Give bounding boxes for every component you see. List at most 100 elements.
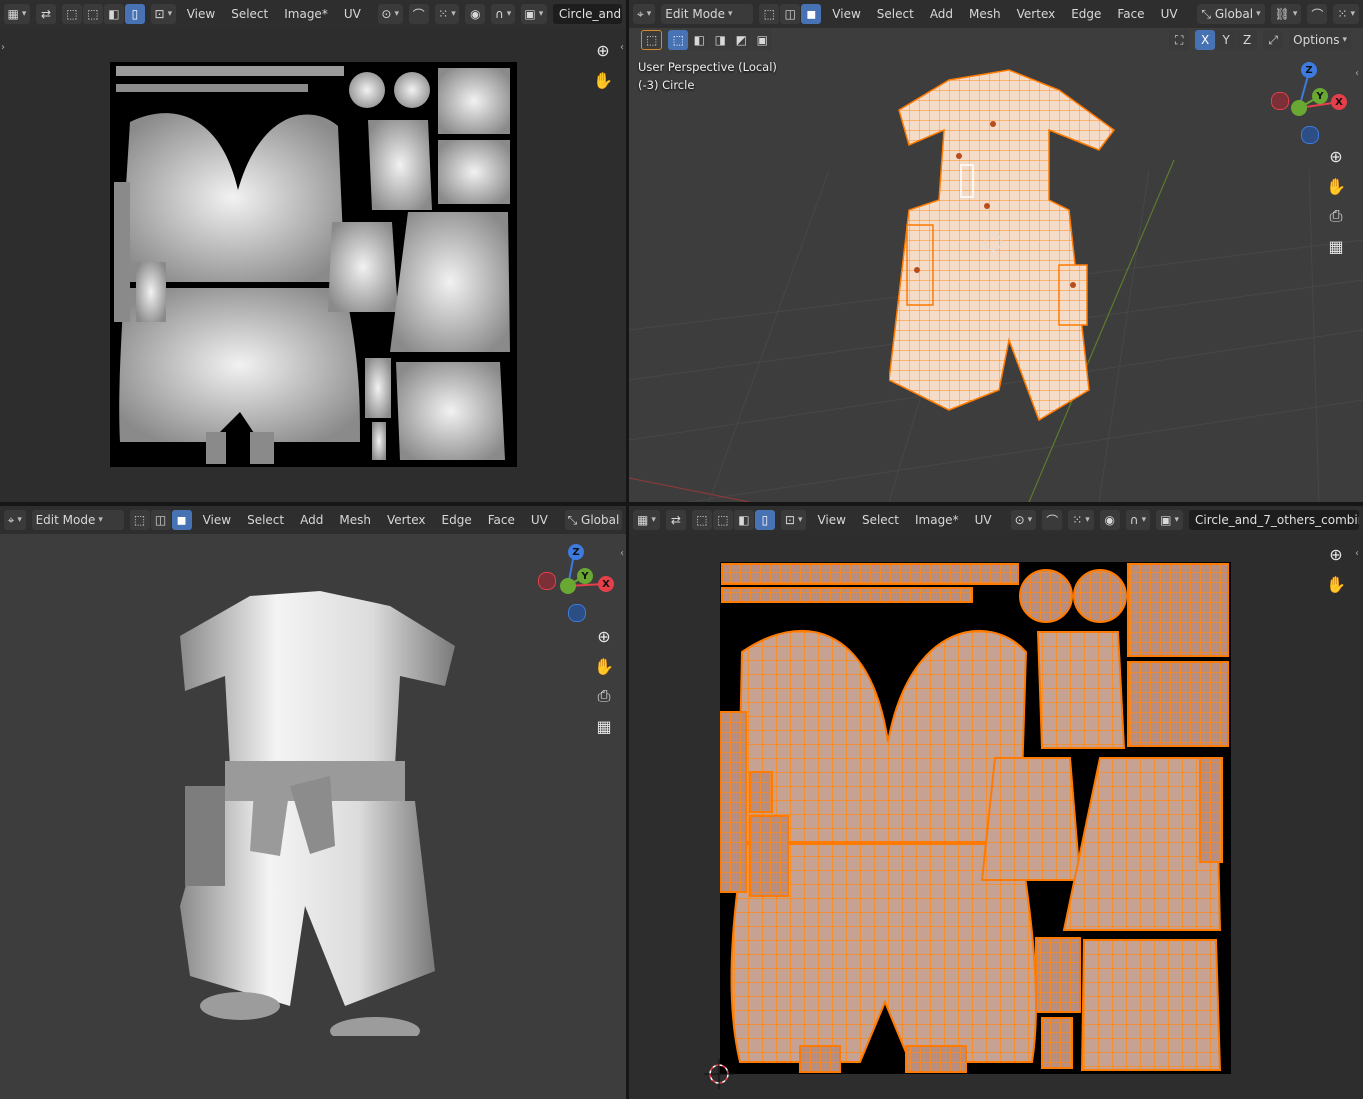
uv-editor-bottom-right[interactable]: ▦ ⇄ ⬚ ⬚ ◧ ▯ ⊡ View Select Image* UV ⊙ ⌒ … xyxy=(629,506,1363,1099)
editor-type-icon[interactable]: ⌖ xyxy=(4,510,26,530)
edge-select-icon[interactable]: ⬚ xyxy=(82,4,103,24)
face-select-icon[interactable]: ◧ xyxy=(103,4,124,24)
gizmo-y-axis[interactable]: Y xyxy=(577,568,593,584)
sidebar-toggle-left-icon[interactable]: › xyxy=(1,42,5,53)
sticky-select-icon[interactable]: ⊡ xyxy=(150,4,176,24)
editor-type-icon[interactable]: ▦ xyxy=(633,510,660,530)
image-editor-header: ▦ ⇄ ⬚ ⬚ ◧ ▯ ⊡ View Select Image* UV ⊙ ⌒ … xyxy=(0,0,626,28)
proportional-edit-icon[interactable]: ◉ xyxy=(465,4,486,24)
face-select-icon[interactable]: ◼ xyxy=(171,510,192,530)
falloff-icon[interactable]: ∩ xyxy=(491,4,515,24)
menu-view[interactable]: View xyxy=(182,7,220,21)
vertex-select-icon[interactable]: ⬚ xyxy=(61,4,82,24)
gizmo-negative-x[interactable] xyxy=(1271,92,1289,110)
vertex-select-icon[interactable]: ⬚ xyxy=(691,510,712,530)
island-select-icon[interactable]: ▯ xyxy=(124,4,145,24)
editor-type-icon[interactable]: ▦ xyxy=(4,4,30,24)
perspective-grid-icon[interactable]: ▦ xyxy=(1323,233,1349,259)
sidebar-toggle-right-icon[interactable]: ‹ xyxy=(1355,548,1359,559)
island-select-icon[interactable]: ▯ xyxy=(754,510,775,530)
gizmo-z-axis[interactable]: Z xyxy=(1301,62,1317,78)
pivot-icon[interactable]: ⊙ xyxy=(1010,510,1037,530)
snap-icon[interactable]: ⌒ xyxy=(408,4,429,24)
pan-hand-icon[interactable]: ✋ xyxy=(1323,571,1349,597)
gizmo-negative-z[interactable] xyxy=(1301,126,1319,144)
camera-view-icon[interactable]: ⎙ xyxy=(1323,203,1349,229)
2d-cursor-icon[interactable] xyxy=(704,1059,734,1089)
mesh-outfit-wireframe xyxy=(889,69,1116,422)
menu-edge[interactable]: Edge xyxy=(437,513,477,527)
texture-image xyxy=(110,62,517,467)
menu-vertex[interactable]: Vertex xyxy=(382,513,431,527)
edge-select-icon[interactable]: ⬚ xyxy=(712,510,733,530)
face-select-icon[interactable]: ◧ xyxy=(733,510,754,530)
viewport-header: ⌖ Edit Mode ⬚ ◫ ◼ View Select Add Mesh V… xyxy=(0,506,626,534)
menu-image[interactable]: Image* xyxy=(910,513,964,527)
menu-view[interactable]: View xyxy=(198,513,236,527)
gizmo-z-axis[interactable]: Z xyxy=(568,544,584,560)
gizmo-negative-x[interactable] xyxy=(538,572,556,590)
gizmo-negative-z[interactable] xyxy=(568,604,586,622)
image-browse-icon[interactable]: ▣ xyxy=(1156,510,1183,530)
image-editor-top-left[interactable]: ▦ ⇄ ⬚ ⬚ ◧ ▯ ⊡ View Select Image* UV ⊙ ⌒ … xyxy=(0,0,626,502)
viewport-object-label: (-3) Circle xyxy=(638,78,695,92)
menu-uv[interactable]: UV xyxy=(339,7,366,21)
mode-dropdown[interactable]: Edit Mode xyxy=(31,510,124,530)
sidebar-toggle-right-icon[interactable]: ‹ xyxy=(620,548,624,559)
mesh-outfit-solid xyxy=(180,591,455,1036)
menu-select[interactable]: Select xyxy=(857,513,904,527)
camera-view-icon[interactable]: ⎙ xyxy=(591,683,617,709)
snap-icon[interactable]: ⌒ xyxy=(1042,510,1063,530)
vertex-select-icon[interactable]: ⬚ xyxy=(129,510,150,530)
menu-uv[interactable]: UV xyxy=(526,513,553,527)
uv-select-mode-group: ⬚ ⬚ ◧ ▯ xyxy=(691,510,775,530)
3d-viewport-bottom-left[interactable]: ⌖ Edit Mode ⬚ ◫ ◼ View Select Add Mesh V… xyxy=(0,506,626,1099)
proportional-edit-icon[interactable]: ◉ xyxy=(1099,510,1120,530)
zoom-icon[interactable]: ⊕ xyxy=(1323,541,1349,567)
gizmo-y-axis[interactable]: Y xyxy=(1312,88,1328,104)
gizmo-center[interactable] xyxy=(1291,100,1307,116)
zoom-icon[interactable]: ⊕ xyxy=(590,37,616,63)
edge-select-icon[interactable]: ◫ xyxy=(150,510,171,530)
menu-view[interactable]: View xyxy=(812,513,850,527)
pan-hand-icon[interactable]: ✋ xyxy=(590,67,616,93)
3d-viewport-top-right[interactable]: ⌖ Edit Mode ⬚ ◫ ◼ View Select Add Mesh V… xyxy=(629,0,1363,502)
viewport-title: User Perspective (Local) xyxy=(638,60,777,74)
pivot-icon[interactable]: ⊙ xyxy=(377,4,403,24)
menu-face[interactable]: Face xyxy=(483,513,520,527)
pan-hand-icon[interactable]: ✋ xyxy=(591,653,617,679)
menu-select[interactable]: Select xyxy=(226,7,273,21)
sticky-select-icon[interactable]: ⊡ xyxy=(780,510,807,530)
sidebar-toggle-right-icon[interactable]: ‹ xyxy=(1355,68,1359,79)
transform-orientation-dropdown[interactable]: ⤡ Global xyxy=(564,510,622,530)
falloff-icon[interactable]: ∩ xyxy=(1125,510,1151,530)
perspective-grid-icon[interactable]: ▦ xyxy=(591,713,617,739)
image-name-field[interactable]: Circle_and xyxy=(552,4,622,24)
zoom-icon[interactable]: ⊕ xyxy=(591,623,617,649)
zoom-icon[interactable]: ⊕ xyxy=(1323,143,1349,169)
sync-selection-icon[interactable]: ⇄ xyxy=(35,4,56,24)
gizmo-x-axis[interactable]: X xyxy=(598,576,614,592)
sync-selection-icon[interactable]: ⇄ xyxy=(665,510,686,530)
uv-editor-header: ▦ ⇄ ⬚ ⬚ ◧ ▯ ⊡ View Select Image* UV ⊙ ⌒ … xyxy=(629,506,1363,534)
gizmo-x-axis[interactable]: X xyxy=(1331,94,1347,110)
gizmo-center[interactable] xyxy=(560,578,576,594)
snap-target-icon[interactable]: ⁙ xyxy=(434,4,460,24)
menu-add[interactable]: Add xyxy=(295,513,328,527)
image-name-field[interactable]: Circle_and_7_others_combine xyxy=(1189,510,1359,530)
orientation-icon: ⤡ xyxy=(567,512,578,527)
menu-select[interactable]: Select xyxy=(242,513,289,527)
mesh-select-mode-group: ⬚ ◫ ◼ xyxy=(129,510,192,530)
menu-uv[interactable]: UV xyxy=(970,513,997,527)
snap-target-icon[interactable]: ⁙ xyxy=(1068,510,1094,530)
navigation-gizmo[interactable]: Z X Y xyxy=(1271,62,1347,144)
menu-mesh[interactable]: Mesh xyxy=(334,513,376,527)
uv-select-mode-group: ⬚ ⬚ ◧ ▯ xyxy=(61,4,145,24)
sidebar-toggle-right-icon[interactable]: ‹ xyxy=(620,42,624,53)
uv-layout-canvas[interactable] xyxy=(719,562,1231,1074)
menu-image[interactable]: Image* xyxy=(279,7,333,21)
orientation-label: Global xyxy=(581,513,620,527)
navigation-gizmo[interactable]: Z X Y xyxy=(536,544,614,624)
image-browse-icon[interactable]: ▣ xyxy=(520,4,547,24)
pan-hand-icon[interactable]: ✋ xyxy=(1323,173,1349,199)
